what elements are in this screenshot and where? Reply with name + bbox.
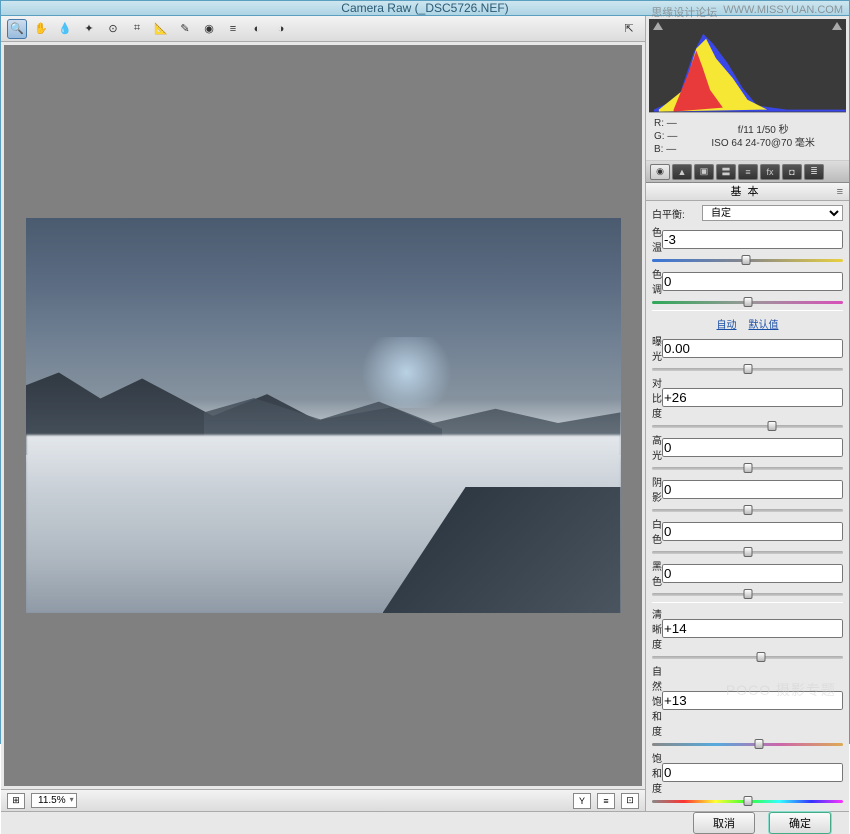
exif-aperture-shutter: f/11 1/50 秒: [685, 124, 841, 137]
prefs-icon[interactable]: ≡: [223, 19, 243, 39]
rotate-cw-icon[interactable]: ◑: [271, 19, 291, 39]
tab-hsl[interactable]: 〓: [716, 164, 736, 180]
temp-slider[interactable]: [652, 255, 843, 265]
preview-split-icon[interactable]: ≡: [597, 793, 615, 809]
tab-detail[interactable]: ▣: [694, 164, 714, 180]
color-sampler-icon[interactable]: ✦: [79, 19, 99, 39]
default-link[interactable]: 默认值: [749, 320, 779, 331]
tab-presets[interactable]: ≣: [804, 164, 824, 180]
tab-split[interactable]: ≡: [738, 164, 758, 180]
clarity-slider[interactable]: [652, 652, 843, 662]
camera-raw-window: Camera Raw (_DSC5726.NEF) 思缘设计论坛 WWW.MIS…: [0, 0, 850, 744]
tint-slider[interactable]: [652, 297, 843, 307]
contrast-slider[interactable]: [652, 421, 843, 431]
panel-title: 基本: [646, 183, 849, 201]
fullscreen-toggle-icon[interactable]: ⇱: [619, 19, 639, 39]
tab-camera[interactable]: ◘: [782, 164, 802, 180]
temp-label: 色温: [652, 224, 662, 254]
targeted-adjust-icon[interactable]: ⊙: [103, 19, 123, 39]
saturation-slider[interactable]: [652, 796, 843, 806]
exposure-value[interactable]: [662, 339, 843, 358]
tint-value[interactable]: [662, 272, 843, 291]
shadows-value[interactable]: [662, 480, 843, 499]
blacks-slider[interactable]: [652, 589, 843, 599]
rotate-ccw-icon[interactable]: ◐: [247, 19, 267, 39]
vibrance-label: 自然饱和度: [652, 663, 662, 738]
zoom-tool-icon[interactable]: 🔍: [7, 19, 27, 39]
preview-compare-icon[interactable]: Y: [573, 793, 591, 809]
titlebar: Camera Raw (_DSC5726.NEF) 思缘设计论坛 WWW.MIS…: [1, 1, 849, 16]
tab-fx[interactable]: fx: [760, 164, 780, 180]
exposure-label: 曝光: [652, 333, 662, 363]
statusbar: ⊞ 11.5% Y ≡ ⊡: [1, 789, 645, 811]
vibrance-slider[interactable]: [652, 739, 843, 749]
clarity-label: 清晰度: [652, 606, 662, 651]
hand-tool-icon[interactable]: ✋: [31, 19, 51, 39]
vibrance-value[interactable]: [662, 691, 843, 710]
panel-tabs: ◉ ▲ ▣ 〓 ≡ fx ◘ ≣: [646, 161, 849, 183]
tab-basic[interactable]: ◉: [650, 164, 670, 180]
contrast-label: 对比度: [652, 375, 662, 420]
spot-removal-icon[interactable]: ✎: [175, 19, 195, 39]
highlights-slider[interactable]: [652, 463, 843, 473]
dialog-footer: 取消 确定: [1, 811, 849, 834]
whites-slider[interactable]: [652, 547, 843, 557]
image-preview: [26, 218, 621, 613]
histogram[interactable]: [649, 19, 846, 113]
metadata-readout: R: — G: — B: — f/11 1/50 秒 ISO 64 24-70@…: [646, 113, 849, 161]
exif-iso-lens: ISO 64 24-70@70 毫米: [685, 137, 841, 150]
shadows-label: 阴影: [652, 474, 662, 504]
whites-label: 白色: [652, 516, 662, 546]
tab-curve[interactable]: ▲: [672, 164, 692, 180]
straighten-icon[interactable]: 📐: [151, 19, 171, 39]
preview-area[interactable]: [4, 45, 642, 786]
fit-view-icon[interactable]: ⊞: [7, 793, 25, 809]
toolbar: 🔍 ✋ 💧 ✦ ⊙ ⌗ 📐 ✎ ◉ ≡ ◐ ◑ ⇱: [1, 16, 645, 42]
zoom-select[interactable]: 11.5%: [31, 793, 77, 808]
blacks-label: 黑色: [652, 558, 662, 588]
window-title: Camera Raw (_DSC5726.NEF): [341, 1, 508, 15]
tint-label: 色调: [652, 266, 662, 296]
saturation-value[interactable]: [662, 763, 843, 782]
auto-link[interactable]: 自动: [717, 320, 737, 331]
exposure-slider[interactable]: [652, 364, 843, 374]
preview-before-after-icon[interactable]: ⊡: [621, 793, 639, 809]
watermark: 思缘设计论坛 WWW.MISSYUAN.COM: [651, 4, 843, 20]
wb-label: 白平衡:: [652, 206, 698, 221]
highlights-label: 高光: [652, 432, 662, 462]
wb-select[interactable]: 自定: [702, 205, 843, 221]
whites-value[interactable]: [662, 522, 843, 541]
clarity-value[interactable]: [662, 619, 843, 638]
blacks-value[interactable]: [662, 564, 843, 583]
saturation-label: 饱和度: [652, 750, 662, 795]
ok-button[interactable]: 确定: [769, 812, 831, 834]
shadows-slider[interactable]: [652, 505, 843, 515]
cancel-button[interactable]: 取消: [693, 812, 755, 834]
redeye-icon[interactable]: ◉: [199, 19, 219, 39]
crop-tool-icon[interactable]: ⌗: [127, 19, 147, 39]
wb-eyedropper-icon[interactable]: 💧: [55, 19, 75, 39]
highlights-value[interactable]: [662, 438, 843, 457]
temp-value[interactable]: [662, 230, 843, 249]
basic-panel: 白平衡: 自定 色温 色调 自动 默认值 曝光: [646, 201, 849, 811]
contrast-value[interactable]: [662, 388, 843, 407]
